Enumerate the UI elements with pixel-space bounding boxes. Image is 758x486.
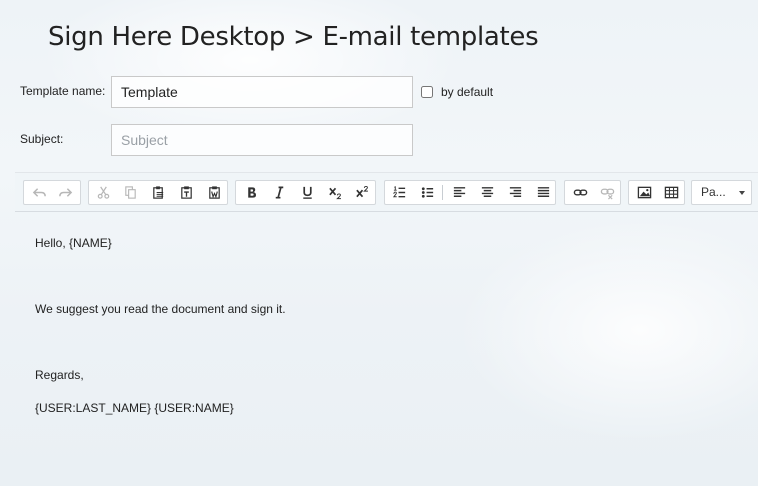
editor-body[interactable] bbox=[15, 213, 758, 486]
undo-icon bbox=[32, 188, 46, 197]
subscript-button[interactable] bbox=[322, 181, 348, 204]
by-default-checkbox[interactable] bbox=[421, 86, 433, 98]
table-button[interactable] bbox=[658, 181, 684, 204]
bulleted-list-button[interactable] bbox=[414, 181, 440, 204]
chevron-down-icon bbox=[739, 191, 745, 195]
align-right-button[interactable] bbox=[502, 181, 528, 204]
editor-line: Regards, bbox=[35, 368, 84, 382]
image-button[interactable] bbox=[631, 181, 657, 204]
justify-icon bbox=[537, 187, 549, 197]
toolbar-group-links bbox=[564, 180, 621, 205]
toolbar-group-clipboard bbox=[88, 180, 228, 205]
paste-icon bbox=[152, 186, 163, 199]
format-dropdown[interactable]: Pa... bbox=[691, 180, 752, 205]
bold-button[interactable] bbox=[238, 181, 264, 204]
align-center-icon bbox=[481, 187, 493, 197]
editor-toolbar: Pa... bbox=[15, 172, 758, 212]
underline-button[interactable] bbox=[294, 181, 320, 204]
redo-button[interactable] bbox=[52, 181, 78, 204]
align-center-button[interactable] bbox=[474, 181, 500, 204]
paste-button[interactable] bbox=[145, 181, 171, 204]
by-default-label: by default bbox=[441, 85, 494, 99]
unlink-icon bbox=[600, 188, 614, 200]
paste-text-icon bbox=[180, 186, 192, 199]
toolbar-group-insert bbox=[628, 180, 685, 205]
italic-button[interactable] bbox=[266, 181, 292, 204]
paste-text-button[interactable] bbox=[173, 181, 199, 204]
format-dropdown-value: Pa... bbox=[701, 185, 726, 199]
underline-icon bbox=[302, 186, 312, 199]
italic-icon bbox=[275, 186, 283, 199]
toolbar-separator bbox=[442, 185, 443, 200]
justify-button[interactable] bbox=[530, 181, 556, 204]
subject-label: Subject: bbox=[20, 132, 64, 146]
bulleted-list-icon bbox=[421, 187, 433, 198]
redo-icon bbox=[58, 188, 72, 197]
align-left-button[interactable] bbox=[446, 181, 472, 204]
subscript-icon bbox=[328, 187, 341, 200]
paste-word-button[interactable] bbox=[201, 181, 227, 204]
numbered-list-button[interactable] bbox=[386, 181, 412, 204]
subject-input[interactable] bbox=[111, 124, 413, 156]
bold-icon bbox=[247, 187, 256, 198]
superscript-button[interactable] bbox=[349, 181, 375, 204]
link-button[interactable] bbox=[567, 181, 593, 204]
cut-icon bbox=[97, 186, 109, 199]
link-icon bbox=[573, 189, 587, 196]
template-name-input[interactable] bbox=[111, 76, 413, 108]
superscript-icon bbox=[355, 185, 368, 198]
toolbar-group-paragraph bbox=[384, 180, 556, 205]
editor-line: Hello, {NAME} bbox=[35, 236, 112, 250]
undo-button[interactable] bbox=[26, 181, 52, 204]
unlink-button[interactable] bbox=[594, 181, 620, 204]
numbered-list-icon bbox=[392, 186, 405, 198]
copy-button[interactable] bbox=[117, 181, 143, 204]
paste-word-icon bbox=[208, 186, 220, 199]
table-icon bbox=[664, 186, 678, 199]
toolbar-group-basic-styles bbox=[235, 180, 376, 205]
cut-button[interactable] bbox=[90, 181, 116, 204]
align-left-icon bbox=[453, 187, 465, 197]
page-title: Sign Here Desktop > E-mail templates bbox=[48, 22, 539, 52]
editor-line: We suggest you read the document and sig… bbox=[35, 302, 286, 316]
copy-icon bbox=[124, 186, 136, 199]
template-name-label: Template name: bbox=[20, 84, 106, 98]
toolbar-group-history bbox=[23, 180, 81, 205]
image-icon bbox=[637, 186, 651, 199]
editor-line: {USER:LAST_NAME} {USER:NAME} bbox=[35, 401, 234, 415]
align-right-icon bbox=[509, 187, 521, 197]
